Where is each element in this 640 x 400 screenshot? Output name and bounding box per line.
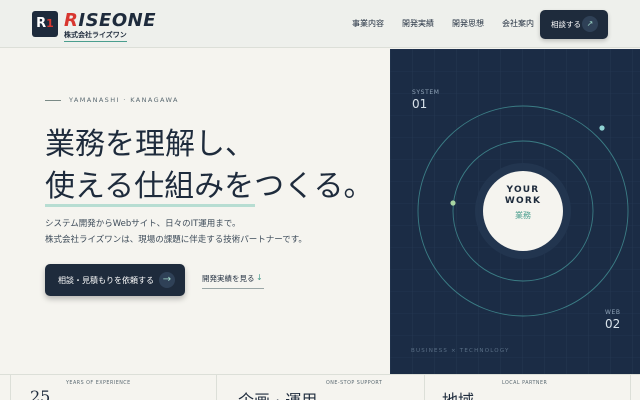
system-label: SYSTEM: [412, 89, 440, 96]
headline-line-2: 使える仕組みをつくる。: [45, 166, 374, 208]
region-line: [45, 99, 61, 101]
stat-experience: 25 YEARS OF EXPERIENCE: [10, 375, 216, 400]
brand-subtitle: 株式会社ライズワン: [64, 30, 127, 42]
arrow-up-right-icon: ↗: [582, 16, 598, 32]
contact-button-label: 相談する: [551, 20, 581, 29]
description-line-2: 株式会社ライズワンは、現場の課題に伴走する技術パートナーです。: [45, 235, 307, 245]
stat-local-label: LOCAL PARTNER: [502, 381, 548, 386]
stat-local-value: 地域: [442, 387, 474, 400]
stat-experience-label: YEARS OF EXPERIENCE: [66, 381, 131, 386]
web-label: WEB: [605, 309, 621, 316]
view-works-link[interactable]: 開発実績を見る ↓: [202, 273, 264, 289]
region-text: YAMANASHI · KANAGAWA: [69, 96, 179, 104]
stat-support-label: ONE-STOP SUPPORT: [326, 381, 383, 386]
headline-underline: [45, 204, 255, 207]
orbit-dot-cyan: [599, 125, 605, 131]
visual-footer: BUSINESS × TECHNOLOGY: [411, 348, 510, 354]
web-number: 02: [605, 317, 621, 331]
region-tagline: YAMANASHI · KANAGAWA: [45, 96, 179, 104]
your-work-title-2: WORK: [504, 196, 542, 206]
nav-item-philosophy[interactable]: 開発思想: [452, 18, 484, 29]
main-nav: 事業内容 開発実績 開発思想 会社案内: [352, 18, 534, 29]
brand-logo[interactable]: R1 RISEONE 株式会社ライズワン: [32, 10, 156, 42]
site-header: R1 RISEONE 株式会社ライズワン 事業内容 開発実績 開発思想 会社案内…: [0, 0, 640, 48]
stats-divider: [630, 375, 631, 400]
your-work-badge: YOUR WORK 業務: [483, 171, 563, 251]
hero-visual: SYSTEM 01 YOUR WORK 業務 WEB 02 BUSINESS ×…: [390, 49, 640, 374]
arrow-down-icon: ↓: [256, 273, 263, 282]
view-works-label: 開発実績を見る: [202, 274, 255, 283]
stat-local: 地域 LOCAL PARTNER: [424, 375, 630, 400]
stats-bar: 25 YEARS OF EXPERIENCE 企画 · 運用 ONE-STOP …: [0, 374, 640, 400]
stat-support-value: 企画 · 運用: [238, 387, 317, 400]
stat-support: 企画 · 運用 ONE-STOP SUPPORT: [216, 375, 424, 400]
hero-description: システム開発からWebサイト、日々のIT運用まで。 株式会社ライズワンは、現場の…: [45, 216, 307, 248]
your-work-sub: 業務: [515, 211, 531, 220]
system-number: 01: [412, 97, 428, 111]
nav-item-company[interactable]: 会社案内: [502, 18, 534, 29]
orbit-dot-green: [450, 200, 456, 206]
request-quote-button[interactable]: 相談・見積もりを依頼する →: [45, 264, 185, 296]
nav-item-works[interactable]: 開発実績: [402, 18, 434, 29]
headline-line-2-text: 使える仕組みをつくる。: [45, 169, 374, 204]
headline-line-1: 業務を理解し、: [45, 127, 255, 162]
description-line-1: システム開発からWebサイト、日々のIT運用まで。: [45, 219, 241, 229]
hero-headline: 業務を理解し、 使える仕組みをつくる。: [45, 124, 374, 208]
contact-button[interactable]: 相談する ↗: [540, 10, 608, 39]
brand-name: RISEONE: [64, 10, 156, 31]
logo-mark: R1: [32, 11, 58, 37]
nav-item-services[interactable]: 事業内容: [352, 18, 384, 29]
stat-experience-value: 25: [30, 387, 51, 400]
arrow-right-icon: →: [159, 272, 175, 288]
request-quote-label: 相談・見積もりを依頼する: [58, 276, 154, 285]
your-work-title-1: YOUR: [506, 185, 540, 195]
